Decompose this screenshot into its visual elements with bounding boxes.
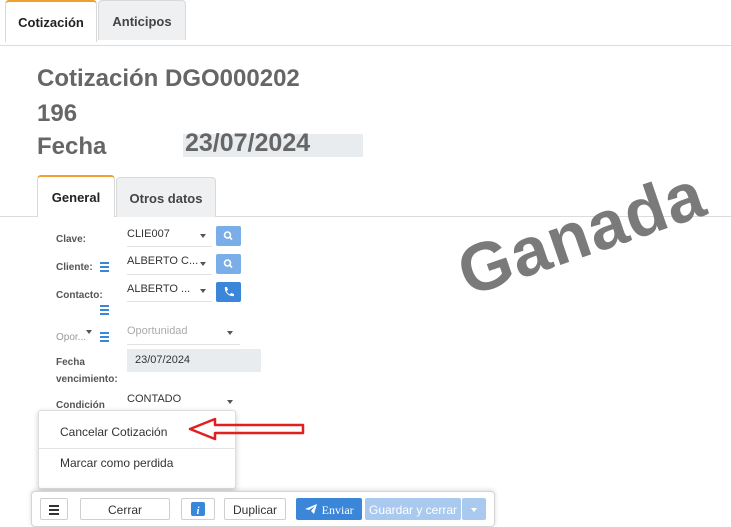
tab-otros-datos[interactable]: Otros datos	[116, 177, 216, 217]
oportunidad-underline	[127, 344, 240, 345]
cliente-label: Cliente:	[56, 262, 93, 273]
contacto-label: Contacto:	[56, 290, 103, 301]
arrow-annotation-icon	[188, 417, 305, 441]
bottom-toolbar: Cerrar i Duplicar Enviar Guardar y cerra…	[31, 491, 495, 527]
close-button[interactable]: Cerrar	[80, 498, 170, 520]
list-icon[interactable]	[100, 262, 109, 274]
quote-number: 196	[37, 100, 78, 127]
tab-general[interactable]: General	[37, 175, 115, 217]
contacto-phone-button[interactable]	[216, 282, 241, 302]
page-title: Cotización DGO000202	[37, 65, 300, 92]
status-watermark: Ganada	[448, 155, 715, 311]
hamburger-icon	[49, 505, 59, 515]
oportunidad-select[interactable]: Oportunidad	[127, 325, 188, 337]
chevron-down-icon	[471, 508, 477, 512]
chevron-down-icon[interactable]	[200, 262, 206, 266]
vencimiento-value: 23/07/2024	[135, 354, 191, 366]
info-button[interactable]: i	[181, 498, 215, 520]
info-icon: i	[191, 502, 205, 517]
contacto-select[interactable]: ALBERTO ...	[127, 283, 190, 295]
send-button[interactable]: Enviar	[296, 498, 362, 520]
cliente-search-button[interactable]	[216, 254, 241, 274]
search-icon	[223, 231, 233, 241]
clave-underline	[127, 246, 212, 247]
vencimiento-label: Fecha	[56, 357, 85, 368]
list-icon[interactable]	[100, 332, 109, 344]
chevron-down-icon[interactable]	[86, 330, 92, 334]
menu-divider	[39, 448, 235, 449]
tab-cotizacion[interactable]: Cotización	[5, 0, 97, 42]
chevron-down-icon[interactable]	[227, 400, 233, 404]
send-label: Enviar	[321, 503, 354, 517]
menu-toggle-button[interactable]	[40, 498, 68, 520]
phone-icon	[224, 287, 234, 297]
clave-select[interactable]: CLIE007	[127, 228, 170, 240]
clave-label: Clave:	[56, 234, 87, 245]
contacto-underline	[127, 301, 212, 302]
cliente-select[interactable]: ALBERTO C...	[127, 255, 198, 267]
duplicate-button[interactable]: Duplicar	[224, 498, 286, 520]
search-icon	[223, 259, 233, 269]
save-options-button[interactable]	[462, 498, 486, 520]
tab-anticipos[interactable]: Anticipos	[98, 0, 186, 40]
chevron-down-icon[interactable]	[200, 234, 206, 238]
mark-lost-menu-item[interactable]: Marcar como perdida	[60, 456, 230, 470]
list-icon[interactable]	[100, 305, 109, 317]
chevron-down-icon[interactable]	[200, 289, 206, 293]
vencimiento-label-2: vencimiento:	[56, 374, 118, 385]
paper-plane-icon	[305, 504, 318, 514]
date-value: 23/07/2024	[185, 129, 311, 157]
cliente-underline	[127, 274, 212, 275]
oportunidad-label: Opor...	[56, 332, 87, 343]
date-label: Fecha	[37, 133, 107, 160]
save-close-button[interactable]: Guardar y cerrar	[365, 498, 461, 520]
clave-search-button[interactable]	[216, 226, 241, 246]
condicion-select[interactable]: CONTADO	[127, 393, 181, 405]
chevron-down-icon[interactable]	[227, 331, 233, 335]
